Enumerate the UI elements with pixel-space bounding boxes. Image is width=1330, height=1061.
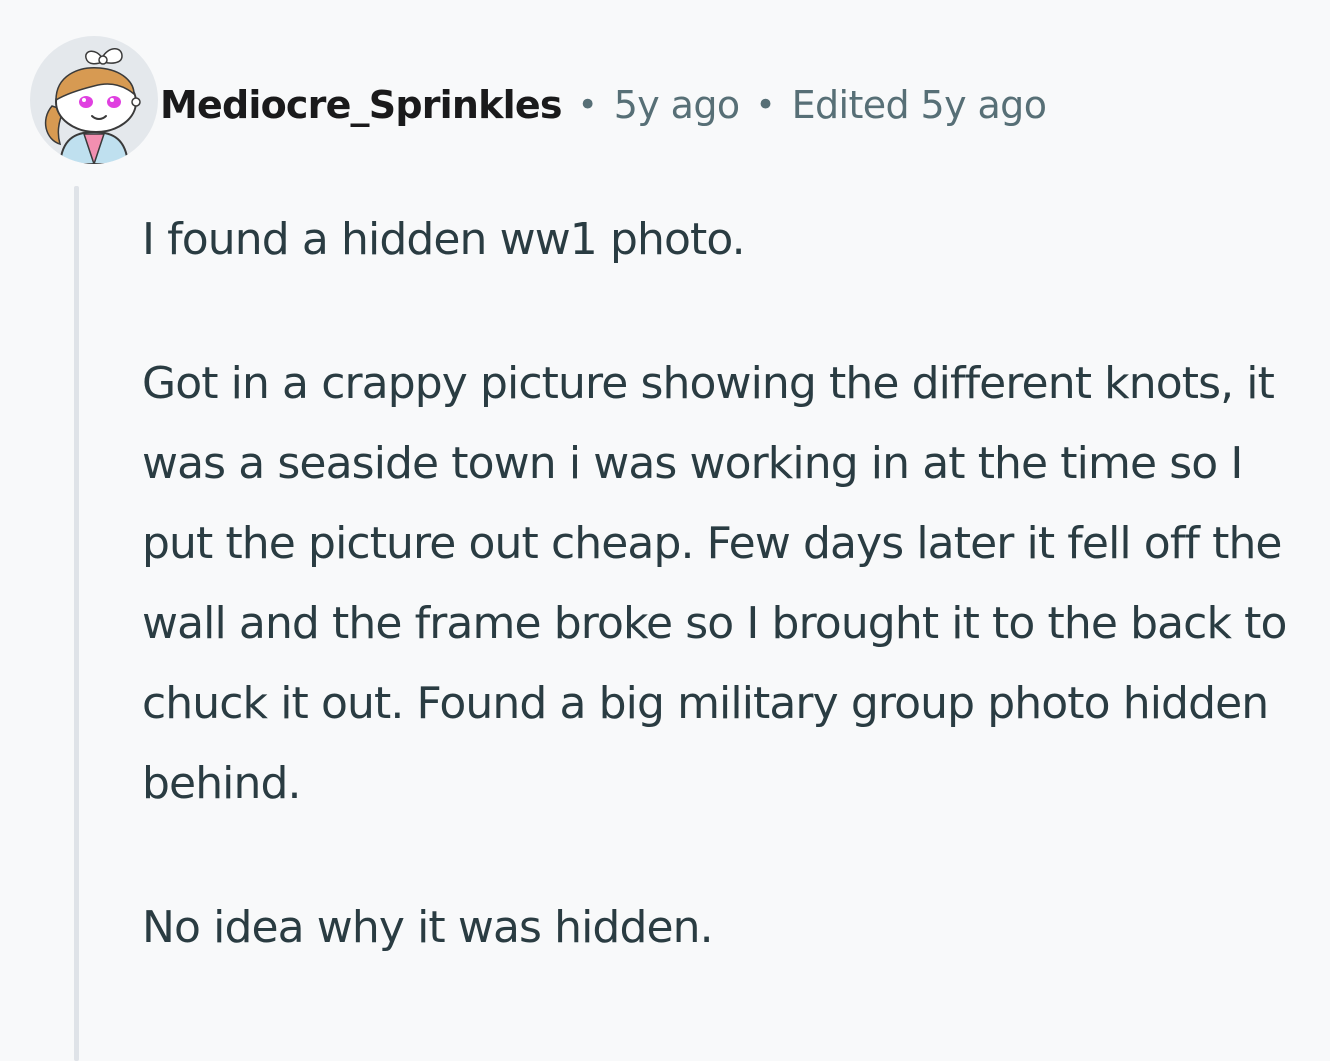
avatar[interactable] xyxy=(30,36,158,164)
reddit-snoo-avatar-icon xyxy=(30,36,158,164)
author-username[interactable]: Mediocre_Sprinkles xyxy=(160,83,562,127)
thread-collapse-line[interactable] xyxy=(74,186,79,1061)
comment-body: I found a hidden ww1 photo. Got in a cra… xyxy=(142,200,1312,1032)
comment-age[interactable]: 5y ago xyxy=(614,83,740,127)
comment-paragraph: No idea why it was hidden. xyxy=(142,902,714,953)
edited-label: Edited 5y ago xyxy=(791,83,1047,127)
meta-separator: • xyxy=(577,85,598,125)
meta-separator: • xyxy=(755,85,776,125)
comment-paragraph: Got in a crappy picture showing the diff… xyxy=(142,358,1287,809)
comment-header: Mediocre_Sprinkles • 5y ago • Edited 5y … xyxy=(160,74,1047,136)
comment-paragraph: I found a hidden ww1 photo. xyxy=(142,214,746,265)
comment: Mediocre_Sprinkles • 5y ago • Edited 5y … xyxy=(0,0,1330,1061)
